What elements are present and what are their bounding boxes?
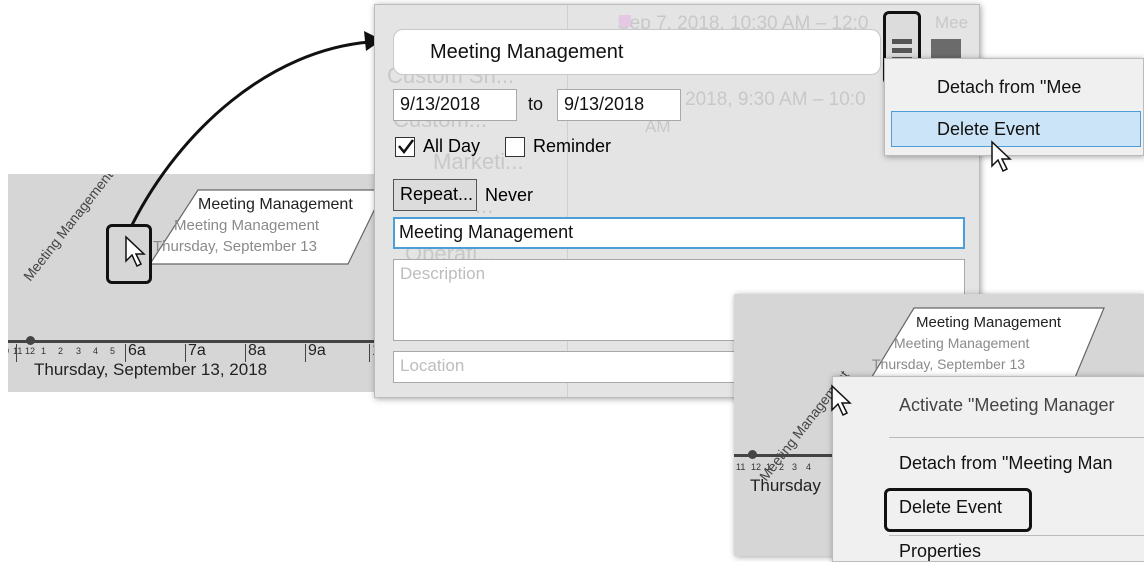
reminder-label: Reminder [533,136,612,156]
bg-color-swatch [619,15,631,27]
tick-label: 12 [25,346,36,356]
tick-label: 11 [736,462,746,472]
menu-separator [889,437,1144,438]
arrow-connector [130,31,382,226]
tick-label: 5 [110,346,116,356]
name-input[interactable]: Meeting Management [393,217,965,249]
event-tag-title: Meeting Management [916,314,1062,331]
event-marker[interactable] [748,450,757,459]
tick-label: 2 [779,462,785,472]
tick-label: 0 [8,346,9,356]
menu-item-detach[interactable]: Detach from "Mee [937,77,1081,98]
event-marker[interactable] [26,336,35,345]
pointer-cursor-icon [125,235,146,268]
menu-item-delete[interactable]: Delete Event [937,119,1040,140]
bg-text: 2018, 9:30 AM – 10:0 [685,89,866,110]
end-date-input[interactable]: 9/13/2018 [557,89,681,121]
tick-label: 6a [128,342,146,359]
tick-label: 4 [93,346,99,356]
start-date-input[interactable]: 9/13/2018 [393,89,517,121]
tick-label: 9a [308,342,326,359]
event-tag-date: Thursday, September 13 [872,356,1026,372]
tick-label: 3 [76,346,82,356]
context-menu-bottom: Activate "Meeting Manager Detach from "M… [832,376,1144,562]
tick-label: 1 [766,462,772,472]
menu-separator [889,535,1144,536]
event-tag-subtitle: Meeting Management [894,335,1030,351]
tick-label: 4 [806,462,812,472]
menu-item-properties[interactable]: Properties [899,541,981,562]
timeline-axis [8,340,428,343]
to-label: to [528,94,544,114]
reminder-checkbox[interactable] [505,137,525,157]
bg-text: Mee [935,13,969,32]
all-day-label: All Day [423,136,481,156]
delete-event-callout [884,488,1032,532]
tick-label: 2 [58,346,64,356]
repeat-button[interactable]: Repeat... [393,179,477,211]
pointer-cursor-icon [831,384,852,417]
pointer-cursor-icon [991,140,1012,173]
tick-label: 8a [248,342,266,359]
timeline-date-label: Thursday, September 13, 2018 [34,360,268,379]
timeline-date-label: Thursday [750,476,821,495]
checkmark-icon [398,139,414,155]
tick-label: 3 [792,462,798,472]
event-vertical-label[interactable]: Meeting Management [20,174,116,284]
title-input[interactable]: Meeting Management [393,29,881,75]
context-menu-top: Detach from "Mee Delete Event [884,58,1144,156]
menu-item-detach[interactable]: Detach from "Meeting Man [899,453,1112,474]
tick-label: 1 [41,346,47,356]
tick-label: 12 [751,462,762,472]
tick-label: 11 [13,346,23,356]
event-tag-date: Thursday, September 13 [153,238,317,255]
tick-label: 7a [188,342,206,359]
menu-item-activate[interactable]: Activate "Meeting Manager [899,395,1115,416]
repeat-value: Never [485,185,534,205]
